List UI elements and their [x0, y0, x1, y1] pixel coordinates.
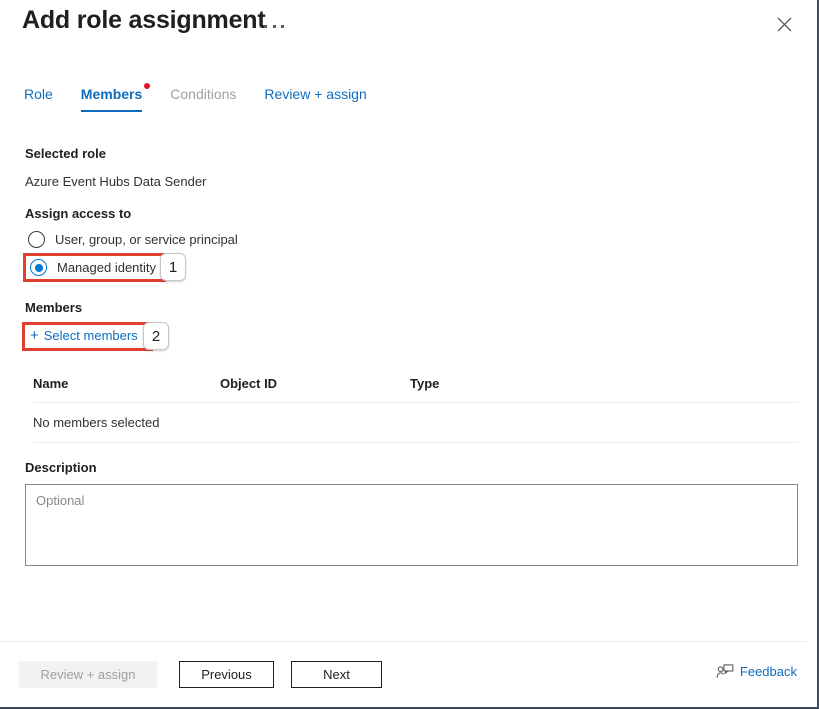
radio-user-group-service-principal-label: User, group, or service principal — [55, 232, 238, 247]
blade-footer: Review + assign Previous Next Feedback — [0, 642, 807, 707]
members-label: Members — [25, 300, 82, 315]
members-table-header: Name Object ID Type — [33, 376, 798, 403]
close-icon[interactable] — [768, 8, 800, 40]
tab-members-label: Members — [81, 86, 142, 102]
tab-role[interactable]: Role — [24, 86, 67, 112]
plus-icon: + — [30, 328, 39, 343]
radio-unchecked-icon — [28, 231, 45, 248]
annotation-badge-1: 1 — [160, 253, 186, 281]
radio-checked-icon — [30, 259, 47, 276]
column-header-type[interactable]: Type — [410, 376, 798, 391]
column-header-object-id[interactable]: Object ID — [220, 376, 410, 391]
feedback-label: Feedback — [740, 664, 797, 679]
tab-members[interactable]: Members — [67, 86, 156, 112]
tab-conditions-label: Conditions — [170, 86, 236, 102]
description-label: Description — [25, 460, 97, 475]
column-header-name[interactable]: Name — [33, 376, 220, 391]
previous-button[interactable]: Previous — [179, 661, 274, 688]
assign-access-label: Assign access to — [25, 206, 131, 221]
description-input[interactable] — [25, 484, 798, 566]
annotation-badge-2: 2 — [143, 322, 169, 350]
selected-role-value: Azure Event Hubs Data Sender — [25, 174, 206, 189]
add-role-assignment-blade: Add role assignment Role Members Conditi… — [0, 0, 819, 709]
select-members-button[interactable]: + Select members — [30, 328, 138, 343]
person-feedback-icon — [716, 664, 734, 679]
radio-managed-identity[interactable]: Managed identity — [30, 259, 156, 276]
tab-role-label: Role — [24, 86, 53, 102]
members-table-empty-row: No members selected — [33, 403, 798, 443]
tab-conditions[interactable]: Conditions — [156, 86, 250, 112]
next-button[interactable]: Next — [291, 661, 382, 688]
radio-managed-identity-label: Managed identity — [57, 260, 156, 275]
ellipsis-icon[interactable] — [264, 18, 284, 34]
select-members-label: Select members — [44, 328, 138, 343]
wizard-tabs: Role Members Conditions Review + assign — [24, 86, 381, 112]
tab-review-assign-label: Review + assign — [264, 86, 366, 102]
radio-user-group-service-principal[interactable]: User, group, or service principal — [28, 231, 238, 248]
blade-header: Add role assignment — [0, 0, 817, 62]
review-assign-button[interactable]: Review + assign — [19, 661, 157, 688]
page-title: Add role assignment — [22, 6, 265, 35]
tab-active-underline — [81, 110, 142, 112]
members-empty-text: No members selected — [33, 415, 159, 430]
tab-members-required-dot-icon — [144, 83, 150, 89]
tab-review-assign[interactable]: Review + assign — [250, 86, 380, 112]
members-table: Name Object ID Type No members selected — [33, 376, 798, 443]
feedback-link[interactable]: Feedback — [716, 664, 797, 679]
selected-role-label: Selected role — [25, 146, 106, 161]
